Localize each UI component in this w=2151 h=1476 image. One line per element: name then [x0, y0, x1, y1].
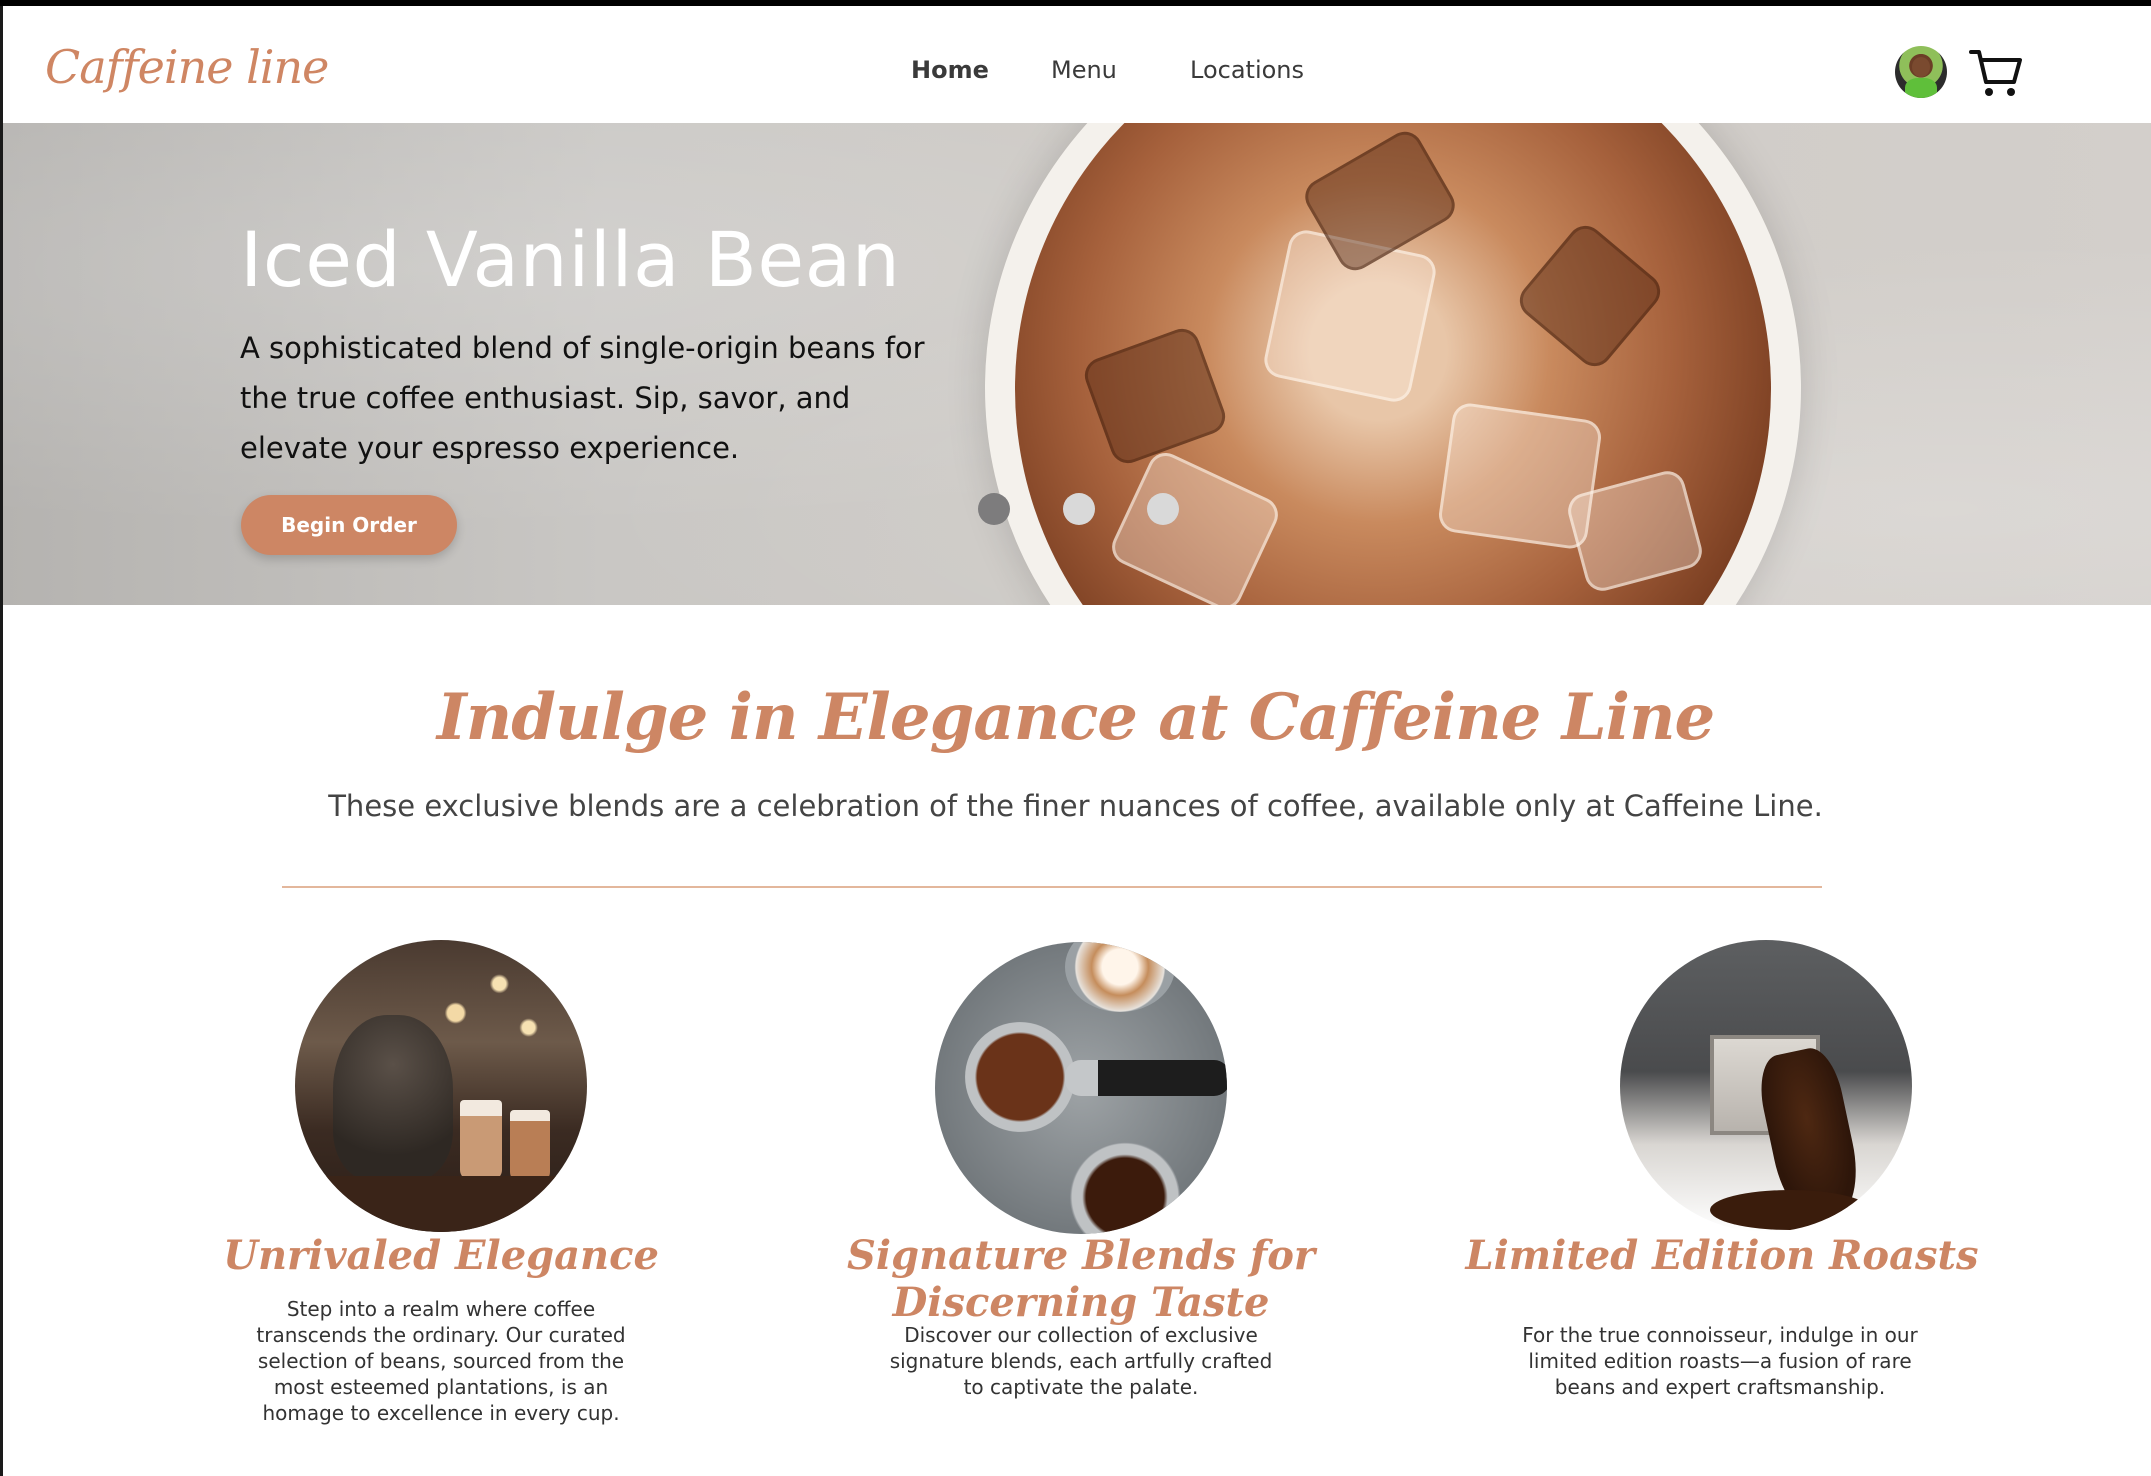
carousel-dot-1[interactable] [978, 493, 1010, 525]
feature-title-signature-blends: Signature Blends for Discerning Taste [847, 1232, 1315, 1326]
nav-menu-link[interactable]: Menu [1051, 56, 1117, 84]
carousel-dot-3[interactable] [1147, 493, 1179, 525]
avatar-body [1905, 78, 1937, 98]
latte-cup-figure [1065, 942, 1175, 1012]
carousel-dot-2[interactable] [1063, 493, 1095, 525]
cafe-cat-image [295, 940, 587, 1232]
bean-pile-figure [1710, 1190, 1870, 1230]
shopping-cart-icon[interactable] [1968, 46, 2024, 102]
coffee-beans-image [935, 942, 1227, 1234]
hero-description: A sophisticated blend of single-origin b… [240, 331, 925, 465]
portafilter-grounds-figure [965, 1022, 1075, 1132]
nav-locations-link[interactable]: Locations [1190, 56, 1304, 84]
table-figure [295, 1176, 587, 1232]
iced-drink-figure [460, 1100, 502, 1180]
ice-cube [1512, 218, 1668, 374]
iced-drink-figure [510, 1110, 550, 1182]
feature-text-limited-edition: For the true connoisseur, indulge in our… [1522, 1323, 1918, 1399]
user-avatar[interactable] [1895, 46, 1947, 98]
section-title: Indulge in Elegance at Caffeine Line [436, 680, 1715, 755]
section-divider [282, 886, 1822, 888]
feature-text-unrivaled-elegance: Step into a realm where coffee transcend… [256, 1297, 626, 1425]
section-subtitle: These exclusive blends are a celebration… [328, 789, 1823, 823]
ice-cube [1106, 447, 1284, 605]
main-nav: Home Menu Locations [3, 56, 2151, 96]
nav-home-link[interactable]: Home [911, 56, 989, 84]
ice-cube [1079, 323, 1231, 469]
coffee-roaster-image [1620, 940, 1912, 1232]
avatar-face [1912, 57, 1930, 77]
begin-order-button[interactable]: Begin Order [241, 495, 457, 555]
hero-banner: Iced Vanilla Bean A sophisticated blend … [3, 123, 2151, 605]
site-header: Caffeine line Home Menu Locations [3, 6, 2151, 123]
portafilter-handle-figure [1065, 1060, 1227, 1096]
feature-title-unrivaled-elegance: Unrivaled Elegance [223, 1232, 659, 1279]
beans-cup-figure [1070, 1142, 1180, 1234]
feature-title-limited-edition: Limited Edition Roasts [1465, 1232, 1979, 1279]
feature-text-signature-blends: Discover our collection of exclusive sig… [889, 1323, 1273, 1399]
cat-figure [333, 1015, 453, 1180]
hero-title: Iced Vanilla Bean [240, 215, 901, 304]
iced-coffee-liquid [1015, 123, 1771, 605]
